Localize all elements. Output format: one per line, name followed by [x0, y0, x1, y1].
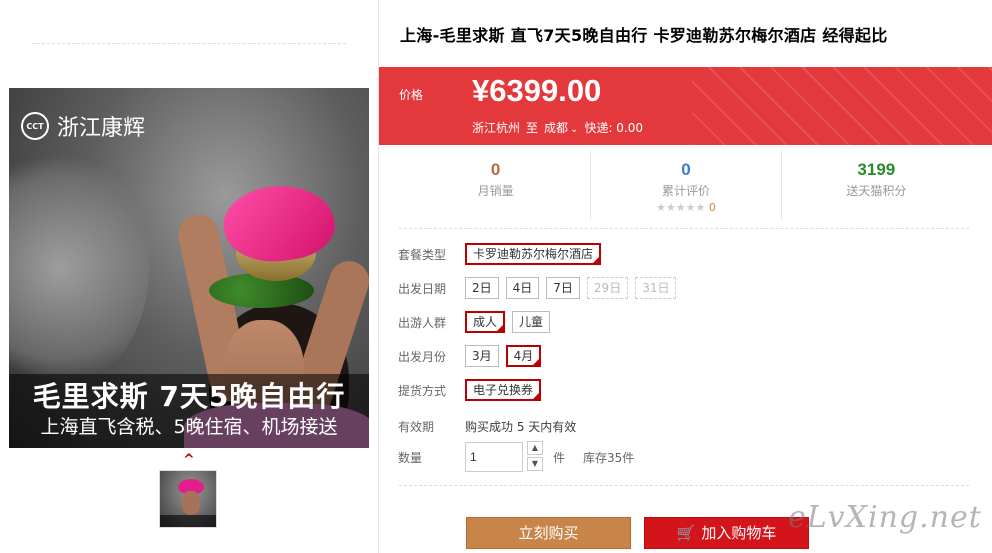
from-city: 浙江杭州	[472, 121, 521, 135]
option-label: 套餐类型	[398, 247, 447, 262]
shipping-info: 浙江杭州 至 成都 ⌄ 快递: 0.00	[472, 119, 643, 136]
stat-value: 0	[490, 160, 501, 179]
stat-value: 3199	[857, 160, 896, 179]
add-to-cart-button[interactable]: 🛒 加入购物车	[644, 517, 809, 549]
increment-icon[interactable]: ▲	[527, 441, 543, 455]
divider	[32, 43, 346, 44]
thumbnail-indicator-icon: ^	[183, 452, 195, 468]
star-icons: ★★★★★	[656, 201, 706, 214]
option-chip-month-4[interactable]: 4月	[505, 345, 542, 367]
brand-logo-text: 浙江康辉	[57, 116, 146, 141]
gallery: CCT 浙江康辉 毛里求斯 7天5晚自由行 上海直飞含税、5晚住宿、机场接送 ^	[0, 0, 378, 553]
price-value: ¥6399.00	[472, 73, 602, 108]
to-word: 至	[526, 121, 539, 135]
product-page: CCT 浙江康辉 毛里求斯 7天5晚自由行 上海直飞含税、5晚住宿、机场接送 ^…	[0, 0, 992, 553]
price-bar: 价格 ¥6399.00 浙江杭州 至 成都 ⌄ 快递: 0.00	[379, 67, 992, 145]
price-label: 价格	[399, 88, 424, 102]
brand-logo: CCT 浙江康辉	[21, 110, 145, 142]
sales-stats: 0 月销量 0 累计评价 ★★★★★ 0 3199 送天猫积分	[401, 150, 971, 220]
option-chip-month-3[interactable]: 3月	[465, 345, 499, 367]
option-chip-package-hotel[interactable]: 卡罗迪勒苏尔梅尔酒店	[465, 243, 602, 265]
buy-now-button[interactable]: 立刻购买	[466, 517, 631, 549]
option-label: 出发日期	[398, 281, 447, 296]
product-title: 上海-毛里求斯 直飞7天5晚自由行 卡罗迪勒苏尔梅尔酒店 经得起比	[400, 26, 888, 45]
validity-row: 有效期 购买成功 5 天内有效	[398, 418, 576, 435]
stat-points: 3199 送天猫积分	[782, 150, 971, 220]
option-date: 出发日期 2日 4日 7日 29日 31日	[398, 277, 683, 299]
stat-monthly-sales: 0 月销量	[401, 150, 592, 220]
stat-label: 送天猫积分	[846, 184, 907, 198]
stat-label: 累计评价	[661, 184, 710, 198]
stat-label: 月销量	[477, 184, 514, 198]
product-info: 上海-毛里求斯 直飞7天5晚自由行 卡罗迪勒苏尔梅尔酒店 经得起比 价格 ¥63…	[379, 0, 992, 553]
option-label: 提货方式	[398, 383, 447, 398]
add-to-cart-label: 加入购物车	[701, 524, 777, 542]
divider	[399, 228, 969, 229]
decrement-icon[interactable]: ▼	[527, 457, 543, 471]
quantity-input[interactable]	[465, 442, 523, 472]
stock-count: 库存35件	[583, 450, 635, 465]
caption-subtitle: 上海直飞含税、5晚住宿、机场接送	[40, 416, 338, 438]
cart-icon: 🛒	[676, 524, 696, 542]
validity-label: 有效期	[398, 420, 435, 434]
rating-count: 0	[708, 201, 716, 214]
cct-badge-icon: CCT	[21, 112, 49, 140]
quantity-unit: 件	[553, 450, 566, 465]
main-product-image[interactable]: CCT 浙江康辉 毛里求斯 7天5晚自由行 上海直飞含税、5晚住宿、机场接送	[9, 88, 369, 448]
destination-select[interactable]: 成都 ⌄	[544, 119, 578, 136]
chevron-down-icon: ⌄	[570, 124, 579, 135]
watermark: eLvXing.net	[788, 500, 982, 535]
option-delivery: 提货方式 电子兑换券	[398, 379, 548, 401]
quantity-stepper: ▲ ▼	[527, 441, 543, 473]
option-chip-e-voucher[interactable]: 电子兑换券	[465, 379, 542, 401]
option-label: 出游人群	[398, 315, 447, 330]
option-chip-date-7[interactable]: 7日	[546, 277, 580, 299]
thumbnail-image[interactable]	[159, 470, 217, 528]
option-chip-adult[interactable]: 成人	[465, 311, 506, 333]
shipping-fee: 快递: 0.00	[584, 121, 644, 135]
option-chip-date-4[interactable]: 4日	[505, 277, 540, 299]
quantity-row: 数量 ▲ ▼ 件 库存35件	[398, 441, 634, 473]
caption-title: 毛里求斯 7天5晚自由行	[32, 380, 346, 413]
image-caption: 毛里求斯 7天5晚自由行 上海直飞含税、5晚住宿、机场接送	[9, 374, 369, 448]
stat-value: 0	[681, 160, 691, 179]
option-label: 出发月份	[398, 349, 447, 364]
stat-reviews[interactable]: 0 累计评价 ★★★★★ 0	[591, 150, 782, 220]
rating-stars: ★★★★★ 0	[591, 201, 780, 214]
option-month: 出发月份 3月 4月	[398, 345, 548, 367]
quantity-label: 数量	[398, 450, 423, 465]
divider	[399, 485, 969, 486]
option-chip-date-29: 29日	[586, 277, 629, 299]
option-chip-child[interactable]: 儿童	[512, 311, 551, 333]
option-chip-date-31: 31日	[635, 277, 677, 299]
option-package: 套餐类型 卡罗迪勒苏尔梅尔酒店	[398, 243, 608, 265]
option-chip-date-2[interactable]: 2日	[465, 277, 499, 299]
option-group: 出游人群 成人 儿童	[398, 311, 557, 333]
validity-text: 购买成功 5 天内有效	[465, 420, 577, 434]
destination-city: 成都	[544, 121, 569, 135]
